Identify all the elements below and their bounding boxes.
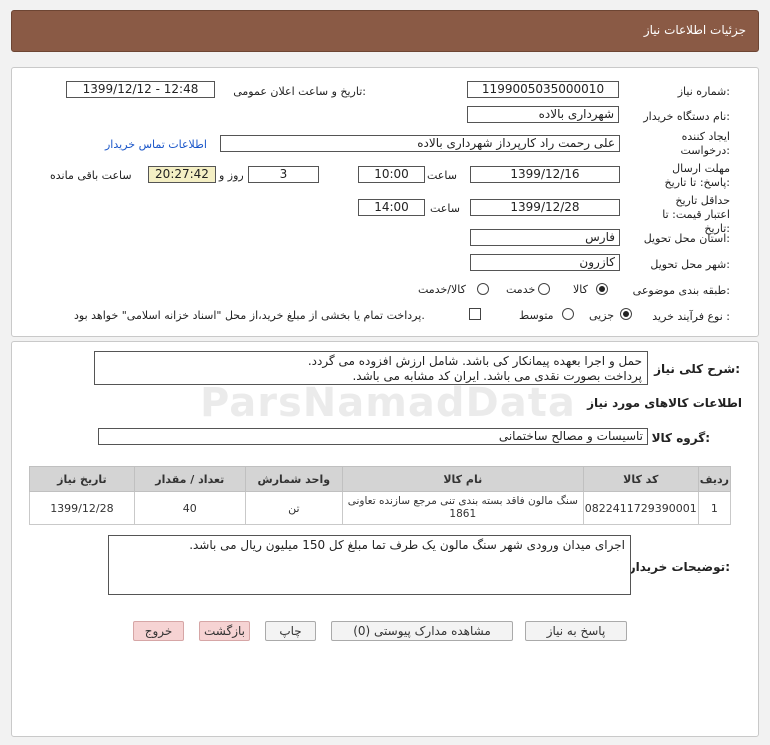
category-label: طبقه بندی موضوعی: [632, 284, 730, 297]
buyer-org-label: نام دستگاه خریدار: [643, 110, 730, 123]
announce-label: تاریخ و ساعت اعلان عمومی: [233, 85, 366, 98]
items-table-header: ردیف کد کالا نام کالا واحد شمارش تعداد /… [29, 466, 732, 492]
remaining-label: ساعت باقی مانده [50, 169, 132, 182]
province-field: فارس [470, 229, 620, 246]
buyer-contact-link[interactable]: اطلاعات تماس خریدار [105, 138, 207, 151]
days-label: روز و [219, 169, 244, 182]
creator-label: ایجاد کننده درخواست: [680, 130, 731, 157]
purchase-type-label: نوع فرآیند خرید : [652, 310, 730, 323]
col-header-code: کد کالا [582, 466, 699, 492]
validity-time-label: ساعت [430, 202, 460, 215]
purchase-option-medium: متوسط [519, 309, 554, 322]
validity-date-field: 1399/12/28 [470, 199, 620, 216]
validity-label: حداقل تاریخ اعتبار قیمت: تا تاریخ: [662, 194, 730, 235]
category-radio-service[interactable] [538, 283, 550, 295]
general-desc-line2: پرداخت بصورت نقدی می باشد. ایران کد مشاب… [352, 369, 642, 383]
cell-qty: 40 [133, 491, 246, 525]
general-desc-line1: حمل و اجرا بعهده پیمانکار کی باشد. شامل … [307, 354, 642, 368]
page-title: جزئیات اطلاعات نیاز [643, 23, 746, 37]
category-radio-goods[interactable] [596, 283, 608, 295]
category-option-goods-service: کالا/خدمت [418, 283, 466, 296]
col-header-name: نام کالا [341, 466, 584, 492]
city-label: شهر محل تحویل: [650, 258, 730, 271]
purchase-radio-minor[interactable] [620, 308, 632, 320]
category-radio-goods-service[interactable] [477, 283, 489, 295]
city-field: کازرون [470, 254, 620, 271]
col-header-date: تاریخ نیاز [29, 466, 135, 492]
print-button[interactable]: چاپ [265, 621, 316, 641]
need-number-label: شماره نیاز: [677, 85, 730, 98]
goods-info-title: اطلاعات کالاهای مورد نیاز [587, 396, 742, 410]
days-field: 3 [248, 166, 319, 183]
general-desc-box: حمل و اجرا بعهده پیمانکار کی باشد. شامل … [94, 351, 648, 385]
purchase-radio-medium[interactable] [562, 308, 574, 320]
general-desc-label: شرح کلی نیاز: [654, 362, 740, 376]
validity-time-field: 14:00 [358, 199, 425, 216]
items-table: ردیف کد کالا نام کالا واحد شمارش تعداد /… [29, 466, 732, 525]
send-deadline-label: مهلت ارسال پاسخ: تا تاریخ: [664, 162, 730, 189]
remaining-time-field: 20:27:42 [148, 166, 216, 183]
table-row: 1 0822411729390001 سنگ مالون فاقد بسته ب… [29, 491, 732, 525]
goods-group-label: گروه کالا: [651, 431, 710, 445]
col-header-qty: تعداد / مقدار [133, 466, 246, 492]
exit-button[interactable]: خروج [133, 621, 184, 641]
creator-field: علی رحمت راد کارپرداز شهرداری بالاده [220, 135, 620, 152]
page-header: جزئیات اطلاعات نیاز [11, 10, 759, 52]
send-time-label: ساعت [427, 169, 457, 182]
treasury-payment-note: پرداخت تمام یا بخشی از مبلغ خرید،از محل … [74, 309, 425, 322]
cell-code: 0822411729390001 [582, 491, 699, 525]
col-header-row: ردیف [697, 466, 732, 492]
cell-name: سنگ مالون فاقد بسته بندی تنی مرجع سازنده… [341, 491, 584, 525]
buyer-notes-box: اجرای میدان ورودی شهر سنگ مالون یک طرف ت… [108, 535, 631, 595]
buyer-org-field: شهرداری بالاده [467, 106, 619, 123]
col-header-unit: واحد شمارش [244, 466, 343, 492]
reply-button[interactable]: پاسخ به نیاز [525, 621, 627, 641]
treasury-payment-checkbox[interactable] [469, 308, 481, 320]
province-label: استان محل تحویل: [643, 232, 730, 245]
cell-date: 1399/12/28 [29, 491, 135, 525]
announce-field: 1399/12/12 - 12:48 [66, 81, 215, 98]
category-option-goods: کالا [573, 283, 588, 296]
need-number-field: 1199005035000010 [467, 81, 619, 98]
purchase-option-minor: جزیی [589, 309, 615, 322]
goods-group-field: تاسیسات و مصالح ساختمانی [98, 428, 648, 445]
attachments-button[interactable]: مشاهده مدارک پیوستی (0) [331, 621, 513, 641]
send-date-field: 1399/12/16 [470, 166, 620, 183]
back-button[interactable]: بازگشت [199, 621, 250, 641]
buyer-notes-label: توضیحات خریدار: [628, 560, 730, 574]
cell-unit: تن [244, 491, 343, 525]
cell-row: 1 [697, 491, 732, 525]
category-option-service: خدمت [506, 283, 536, 296]
send-time-field: 10:00 [358, 166, 425, 183]
